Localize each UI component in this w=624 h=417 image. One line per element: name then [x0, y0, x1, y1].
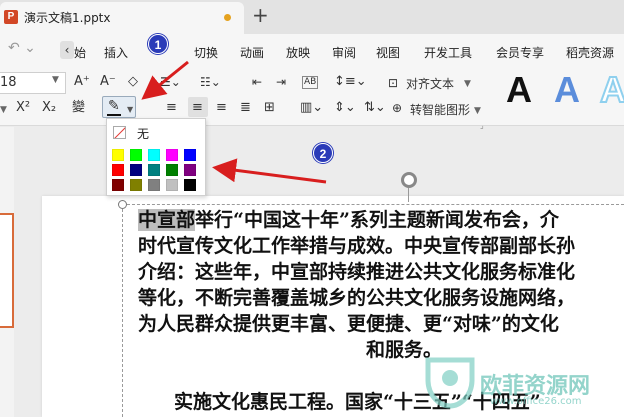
- annotation-arrow-2: [212, 158, 327, 184]
- annotation-badge-2: 2: [313, 143, 333, 163]
- annotation-badge-1: 1: [148, 34, 168, 54]
- annotation-layer: [141, 60, 327, 184]
- annotation-arrow-1: [141, 60, 189, 100]
